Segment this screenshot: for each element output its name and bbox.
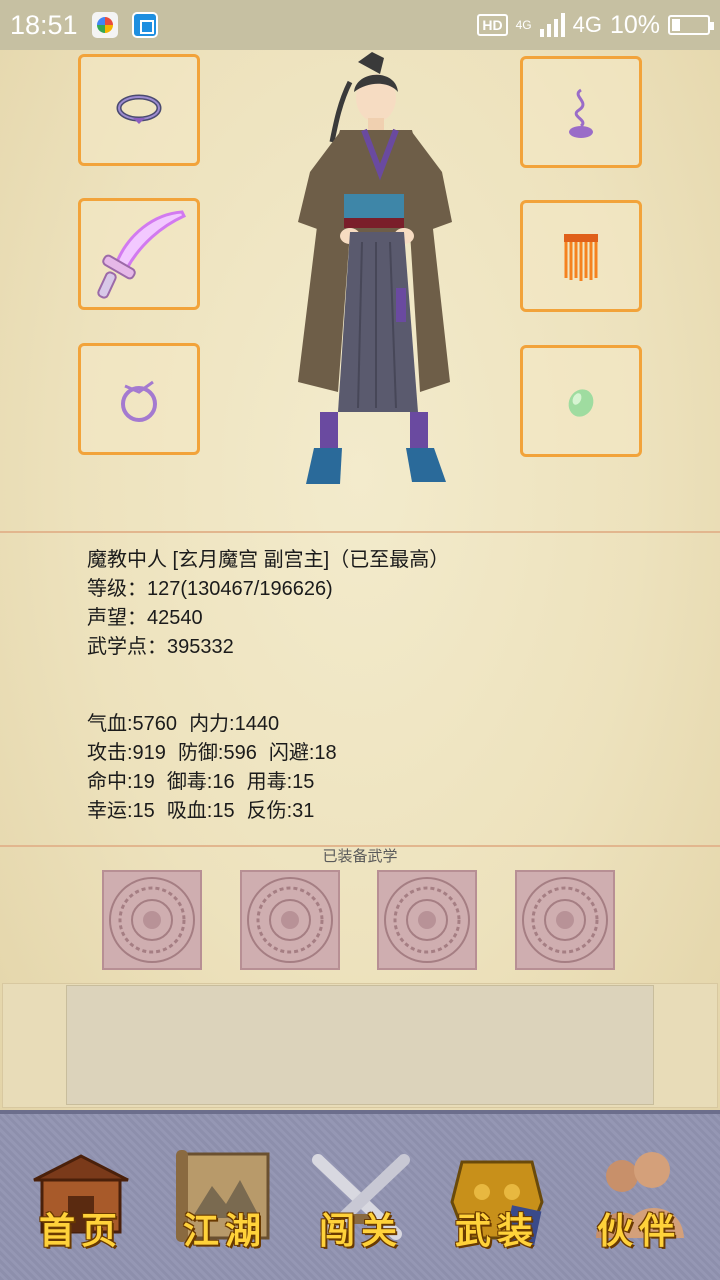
attr-row-4: 幸运:15 吸血:15 反伤:31 <box>87 797 337 826</box>
attr-hp: 气血:5760 <box>87 713 178 735</box>
equip-slot-incense[interactable] <box>520 56 642 168</box>
character-portrait <box>298 52 452 484</box>
character-level: 等级：127(130467/196626) <box>87 578 333 600</box>
attr-row-3: 命中:19 御毒:16 用毒:15 <box>87 768 337 797</box>
attr-hit: 命中:19 <box>87 771 155 793</box>
hd-badge: HD <box>477 14 508 36</box>
skill-slot-2[interactable] <box>240 870 340 970</box>
ring-icon <box>121 380 157 422</box>
character-info: 魔教中人 [玄月魔宫 副宫主]（已至最高） 等级：127(130467/1966… <box>87 546 449 662</box>
nav-companions[interactable]: 伙伴 <box>574 1142 704 1262</box>
message-log-box[interactable] <box>66 985 654 1105</box>
skill-slot-4[interactable] <box>515 870 615 970</box>
attr-lifesteal: 吸血:15 <box>166 800 235 822</box>
skill-medallion-icon <box>384 877 470 963</box>
equip-slot-necklace[interactable] <box>78 54 200 166</box>
nav-equipment-label: 武装 <box>454 1210 539 1252</box>
attr-luck: 幸运:15 <box>87 800 155 822</box>
clock: 18:51 <box>10 9 78 40</box>
nav-companions-label: 伙伴 <box>596 1210 681 1252</box>
screenshot-app-icon <box>131 12 158 38</box>
attr-defense: 防御:596 <box>177 742 257 764</box>
jade-gem-icon <box>568 389 594 417</box>
network-type-small: 4G <box>515 18 532 32</box>
nav-jianghu[interactable]: 江湖 <box>160 1142 290 1262</box>
character-martial-points: 武学点：395332 <box>87 636 234 658</box>
skill-slot-3[interactable] <box>377 870 477 970</box>
attr-poison-use: 用毒:15 <box>246 771 315 793</box>
incense-icon <box>569 88 593 138</box>
nav-equipment[interactable]: 武装 <box>432 1142 562 1262</box>
character-title: 魔教中人 [玄月魔宫 副宫主]（已至最高） <box>87 549 450 571</box>
battery-percent: 10% <box>609 10 660 39</box>
skill-medallion-icon <box>109 877 195 963</box>
battery-icon <box>668 15 714 35</box>
divider-top <box>0 531 720 533</box>
photos-app-icon <box>91 12 118 38</box>
nav-challenge[interactable]: 闯关 <box>296 1142 426 1262</box>
attr-row-2: 攻击:919 防御:596 闪避:18 <box>87 739 337 768</box>
attr-reflect: 反伤:31 <box>246 800 315 822</box>
equip-slot-jade[interactable] <box>520 345 642 457</box>
attr-poison-resist: 御毒:16 <box>166 771 235 793</box>
armor-tassel-icon <box>564 234 598 281</box>
equipped-skills-title: 已装备武学 <box>322 847 398 865</box>
equip-slot-armor[interactable] <box>520 200 642 312</box>
necklace-icon <box>116 94 162 124</box>
nav-home-label: 首页 <box>38 1210 123 1252</box>
equip-slot-weapon[interactable] <box>78 198 200 310</box>
network-type: 4G <box>572 12 602 37</box>
attr-dodge: 闪避:18 <box>268 742 337 764</box>
character-reputation: 声望：42540 <box>87 607 203 629</box>
nav-jianghu-label: 江湖 <box>182 1210 267 1252</box>
nav-challenge-label: 闯关 <box>318 1210 403 1252</box>
bottom-nav: 首页 江湖 闯关 武装 伙伴 <box>0 1110 720 1280</box>
skill-medallion-icon <box>522 877 608 963</box>
sword-icon <box>97 210 187 299</box>
status-bar: 18:51 HD 4G 4G 10% <box>0 0 720 50</box>
skill-slot-1[interactable] <box>102 870 202 970</box>
attr-mp: 内力:1440 <box>189 713 280 735</box>
equip-slot-ring[interactable] <box>78 343 200 455</box>
nav-home[interactable]: 首页 <box>16 1142 146 1262</box>
skill-medallion-icon <box>247 877 333 963</box>
attr-row-1: 气血:5760 内力:1440 <box>87 710 337 739</box>
attr-attack: 攻击:919 <box>87 742 166 764</box>
attribute-list: 气血:5760 内力:1440 攻击:919 防御:596 闪避:18 命中:19 御毒… <box>87 710 337 826</box>
signal-icon <box>539 13 565 37</box>
